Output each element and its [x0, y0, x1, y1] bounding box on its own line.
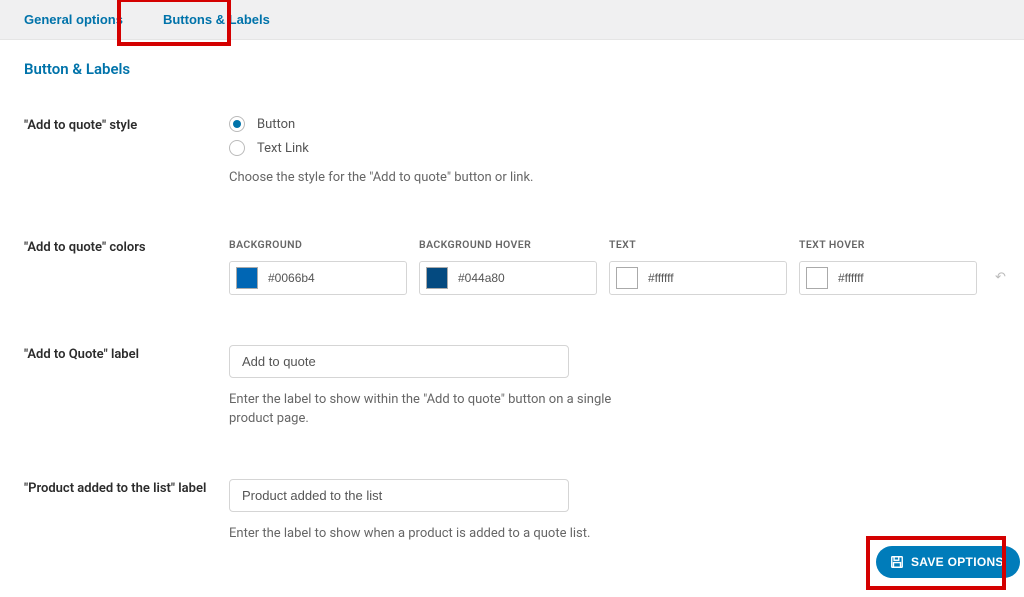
field-label: "Add to Quote" label	[24, 345, 229, 362]
revert-icon[interactable]: ↶	[993, 268, 1008, 287]
color-input[interactable]: ↶	[229, 261, 407, 295]
field-help: Enter the label to show when a product i…	[229, 524, 629, 544]
save-icon	[890, 555, 904, 569]
quote-label-input[interactable]	[229, 345, 569, 378]
color-swatch[interactable]	[806, 267, 828, 289]
field-input: BACKGROUND ↶ BACKGROUND HOVER ↶	[229, 238, 1000, 295]
color-swatch[interactable]	[236, 267, 258, 289]
field-input: Enter the label to show when a product i…	[229, 479, 1000, 544]
color-swatch[interactable]	[426, 267, 448, 289]
field-input: Enter the label to show within the "Add …	[229, 345, 1000, 429]
field-add-to-quote-style: "Add to quote" style Button Text Link Ch…	[24, 116, 1000, 188]
field-label: "Add to quote" style	[24, 116, 229, 133]
radio-label: Text Link	[257, 141, 309, 156]
color-field-background: BACKGROUND ↶	[229, 238, 407, 295]
radio-option-button[interactable]: Button	[229, 116, 1000, 132]
tabs-bar: General options Buttons & Labels	[0, 0, 1024, 40]
field-help: Choose the style for the "Add to quote" …	[229, 168, 629, 188]
color-label: TEXT	[609, 238, 787, 251]
color-input[interactable]: ↶	[419, 261, 597, 295]
radio-icon	[229, 140, 245, 156]
color-swatch[interactable]	[616, 267, 638, 289]
save-button-label: SAVE OPTIONS	[911, 555, 1004, 569]
radio-icon	[229, 116, 245, 132]
added-label-input[interactable]	[229, 479, 569, 512]
color-hex-input[interactable]	[648, 271, 803, 285]
color-input[interactable]: ↶	[799, 261, 977, 295]
tab-buttons-labels[interactable]: Buttons & Labels	[143, 2, 290, 37]
page-content: Button & Labels "Add to quote" style But…	[0, 40, 1024, 563]
field-label: "Product added to the list" label	[24, 479, 229, 496]
radio-label: Button	[257, 117, 295, 132]
save-options-button[interactable]: SAVE OPTIONS	[876, 546, 1020, 578]
field-label: "Add to quote" colors	[24, 238, 229, 255]
color-label: TEXT HOVER	[799, 238, 977, 251]
colors-grid: BACKGROUND ↶ BACKGROUND HOVER ↶	[229, 238, 1000, 295]
color-hex-input[interactable]	[458, 271, 613, 285]
field-product-added-label: "Product added to the list" label Enter …	[24, 479, 1000, 544]
tab-general-options[interactable]: General options	[4, 2, 143, 37]
color-hex-input[interactable]	[268, 271, 423, 285]
field-help: Enter the label to show within the "Add …	[229, 390, 629, 429]
field-add-to-quote-label: "Add to Quote" label Enter the label to …	[24, 345, 1000, 429]
color-field-text-hover: TEXT HOVER ↶	[799, 238, 977, 295]
page-title: Button & Labels	[24, 60, 1000, 78]
color-input[interactable]: ↶	[609, 261, 787, 295]
color-field-text: TEXT ↶	[609, 238, 787, 295]
color-hex-input[interactable]	[838, 271, 993, 285]
color-label: BACKGROUND HOVER	[419, 238, 597, 251]
field-add-to-quote-colors: "Add to quote" colors BACKGROUND ↶ BACKG…	[24, 238, 1000, 295]
color-field-background-hover: BACKGROUND HOVER ↶	[419, 238, 597, 295]
radio-option-text-link[interactable]: Text Link	[229, 140, 1000, 156]
field-input: Button Text Link Choose the style for th…	[229, 116, 1000, 188]
color-label: BACKGROUND	[229, 238, 407, 251]
